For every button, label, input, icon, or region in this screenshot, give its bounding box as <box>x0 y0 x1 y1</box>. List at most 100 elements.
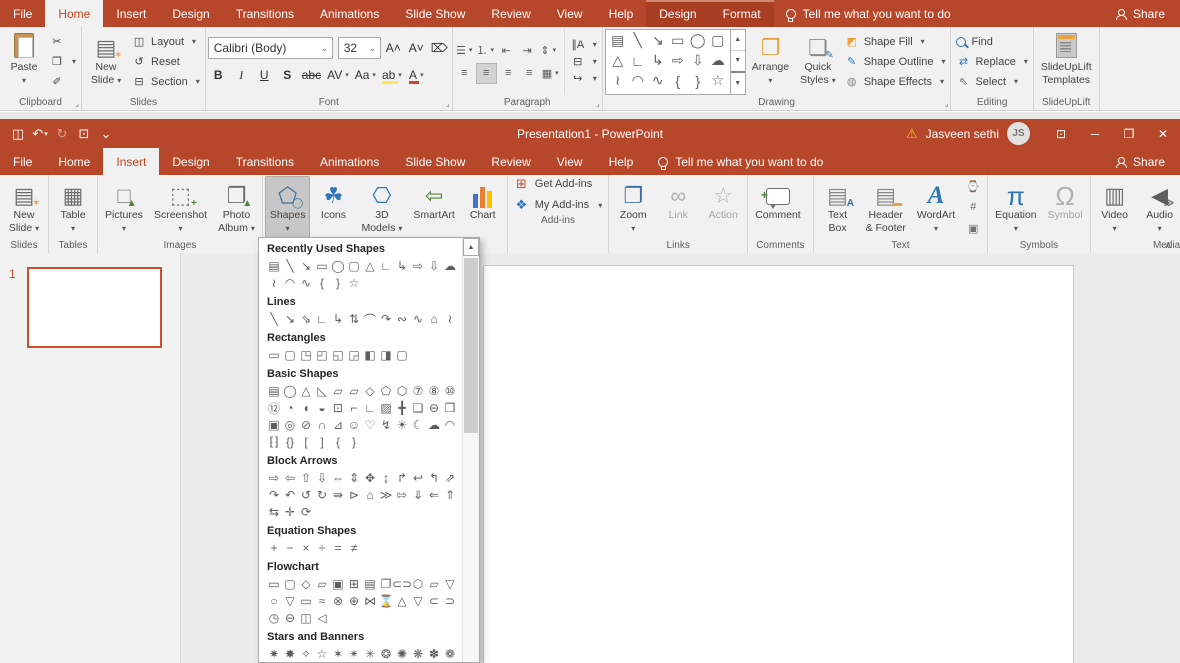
minimize-button[interactable]: ─ <box>1078 119 1112 148</box>
share-button[interactable]: Share <box>1101 0 1180 27</box>
equation-button[interactable]: πEquation▾ <box>990 176 1041 238</box>
smartart-button[interactable]: ⇦SmartArt <box>408 176 459 238</box>
curved-arrow-connector-shape[interactable]: ↷ <box>378 311 394 327</box>
date-and-time-button[interactable]: ⌚ <box>963 177 983 196</box>
slide-canvas[interactable] <box>483 265 1074 663</box>
right-bracket-shape[interactable]: ] <box>314 434 330 450</box>
cut-button[interactable]: ✂ <box>47 33 79 51</box>
increase-indent-button[interactable]: ⇥ <box>518 41 537 60</box>
font-dialog-launcher-icon[interactable]: ⌟ <box>446 99 450 108</box>
line-spacing-button[interactable]: ⇕▾ <box>539 41 558 60</box>
line-shape[interactable]: ╲ <box>282 258 298 274</box>
icons-button[interactable]: ☘Icons <box>311 176 355 238</box>
arrow-u-turn-shape[interactable]: ↩ <box>410 470 426 486</box>
tab-home[interactable]: Home <box>45 148 103 175</box>
line-arrow-shape[interactable]: ↘ <box>298 258 314 274</box>
tab-slide-show[interactable]: Slide Show <box>392 0 478 27</box>
right-brace-shape[interactable]: } <box>330 275 346 291</box>
double-brace-shape[interactable]: {} <box>282 434 298 450</box>
elbow-connector-shape[interactable]: ∟ <box>378 258 394 274</box>
star-5-point-shape[interactable]: ☆ <box>708 71 728 91</box>
elbow-arrow-connector-shape[interactable]: ↳ <box>394 258 410 274</box>
quick-styles-button[interactable]: ❏✎QuickStyles▾ <box>795 28 841 95</box>
block-arc-shape[interactable]: ∩ <box>314 417 330 433</box>
text-shadow-button[interactable]: S <box>277 66 298 85</box>
regular-pentagon-shape[interactable]: ⬠ <box>378 383 394 399</box>
italic-button[interactable]: I <box>231 66 252 85</box>
add-remove-columns-button[interactable]: ▦▾ <box>541 64 560 83</box>
can-shape[interactable]: ⊖ <box>426 400 442 416</box>
triangle-shape[interactable]: △ <box>608 51 628 71</box>
cube-shape[interactable]: ❒ <box>442 400 458 416</box>
warning-icon[interactable]: ⚠ <box>906 126 918 142</box>
bold-button[interactable]: B <box>208 66 229 85</box>
tab-file[interactable]: File <box>0 0 45 27</box>
new-slide-button[interactable]: ▤✶NewSlide▾ <box>2 176 46 238</box>
math-equal-shape[interactable]: = <box>330 540 346 556</box>
gallery-row-down-icon[interactable]: ▼ <box>731 50 745 71</box>
curve-shape[interactable]: ∿ <box>648 71 668 91</box>
arrow-curved-down-shape[interactable]: ↻ <box>314 487 330 503</box>
callout-quad-arrow-shape[interactable]: ✛ <box>282 504 298 520</box>
user-name[interactable]: Jasveen sethi <box>926 127 999 141</box>
teardrop-shape[interactable]: ◒ <box>314 400 330 416</box>
scribble-shape[interactable]: ≀ <box>442 311 458 327</box>
increase-font-size-button[interactable]: A˄ <box>383 39 404 58</box>
scribble-shape[interactable]: ≀ <box>608 71 628 91</box>
paragraph-dialog-launcher-icon[interactable]: ⌟ <box>596 99 600 108</box>
folded-corner-shape[interactable]: ⊿ <box>330 417 346 433</box>
delay-shape[interactable]: ⊃ <box>442 593 458 609</box>
arrow-down-shape[interactable]: ⇩ <box>688 51 708 71</box>
screenshot-button[interactable]: ⬚+Screenshot▾ <box>149 176 212 238</box>
text-box-shape[interactable]: ▤ <box>266 383 282 399</box>
contextual-tab-format[interactable]: Format <box>710 0 774 27</box>
slide-thumbnail-panel[interactable]: 1 <box>0 253 181 663</box>
arrow-right-shape[interactable]: ⇨ <box>668 51 688 71</box>
terminator-shape[interactable]: ⊂⊃ <box>394 576 410 592</box>
close-button[interactable]: ✕ <box>1146 119 1180 148</box>
hexagon-shape[interactable]: ⬡ <box>394 383 410 399</box>
callout-right-arrow-shape[interactable]: ⇰ <box>394 487 410 503</box>
tab-slide-show[interactable]: Slide Show <box>392 148 478 175</box>
snip-single-corner-rectangle-shape[interactable]: ◳ <box>298 347 314 363</box>
cross-shape[interactable]: ╋ <box>394 400 410 416</box>
font-name-combo[interactable]: Calibri (Body)⌄ <box>208 37 333 59</box>
oval-shape[interactable]: ◯ <box>688 31 708 51</box>
right-brace-shape[interactable]: } <box>346 434 362 450</box>
star-24-point-shape[interactable]: ✽ <box>426 646 442 662</box>
bullets-button[interactable]: ☰▾ <box>455 41 474 60</box>
heart-shape[interactable]: ♡ <box>362 417 378 433</box>
text-direction-button[interactable]: ∥A▾ <box>568 37 600 53</box>
replace-button[interactable]: ⇄Replace▾ <box>953 53 1030 71</box>
arrow-right-shape[interactable]: ⇨ <box>266 470 282 486</box>
moon-shape[interactable]: ☾ <box>410 417 426 433</box>
avatar[interactable]: JS <box>1007 122 1030 145</box>
callout-left-right-arrow-shape[interactable]: ⇆ <box>266 504 282 520</box>
collapse-ribbon-icon[interactable]: ∧ <box>1165 240 1172 251</box>
curved-connector-shape[interactable]: ⌒ <box>362 311 378 327</box>
no-symbol-shape[interactable]: ⊘ <box>298 417 314 433</box>
align-text-button[interactable]: ⊟▾ <box>568 54 600 70</box>
arc-shape[interactable]: ◠ <box>442 417 458 433</box>
align-right-button[interactable]: ≡ <box>499 64 518 83</box>
strikethrough-button[interactable]: abc <box>300 66 323 85</box>
rounded-rectangle-shape[interactable]: ▢ <box>282 347 298 363</box>
clear-formatting-button[interactable]: ⌦ <box>429 39 450 58</box>
contextual-tab-design[interactable]: Design <box>646 0 709 27</box>
scroll-up-icon[interactable]: ▲ <box>463 238 479 256</box>
rounded-rectangle-shape[interactable]: ▢ <box>346 258 362 274</box>
arrow-down-shape[interactable]: ⇩ <box>426 258 442 274</box>
frame-shape[interactable]: ⊡ <box>330 400 346 416</box>
round-diagonal-corner-rectangle-shape[interactable]: ▢ <box>394 347 410 363</box>
left-brace-shape[interactable]: { <box>330 434 346 450</box>
3d-models-button[interactable]: ⎔3DModels▾ <box>356 176 407 238</box>
double-bracket-shape[interactable]: ⁅⁆ <box>266 434 282 450</box>
arrow-notched-right-shape[interactable]: ⊳ <box>346 487 362 503</box>
arrange-button[interactable]: ❐Arrange▾ <box>747 28 794 95</box>
share-button[interactable]: Share <box>1101 148 1180 175</box>
tab-design[interactable]: Design <box>159 0 222 27</box>
paste-button[interactable]: Paste▾ <box>2 28 46 95</box>
highlight-color-button[interactable]: ab▾ <box>380 66 404 85</box>
comment-button[interactable]: +Comment <box>750 176 806 238</box>
arrow-left-up-shape[interactable]: ↰ <box>426 470 442 486</box>
